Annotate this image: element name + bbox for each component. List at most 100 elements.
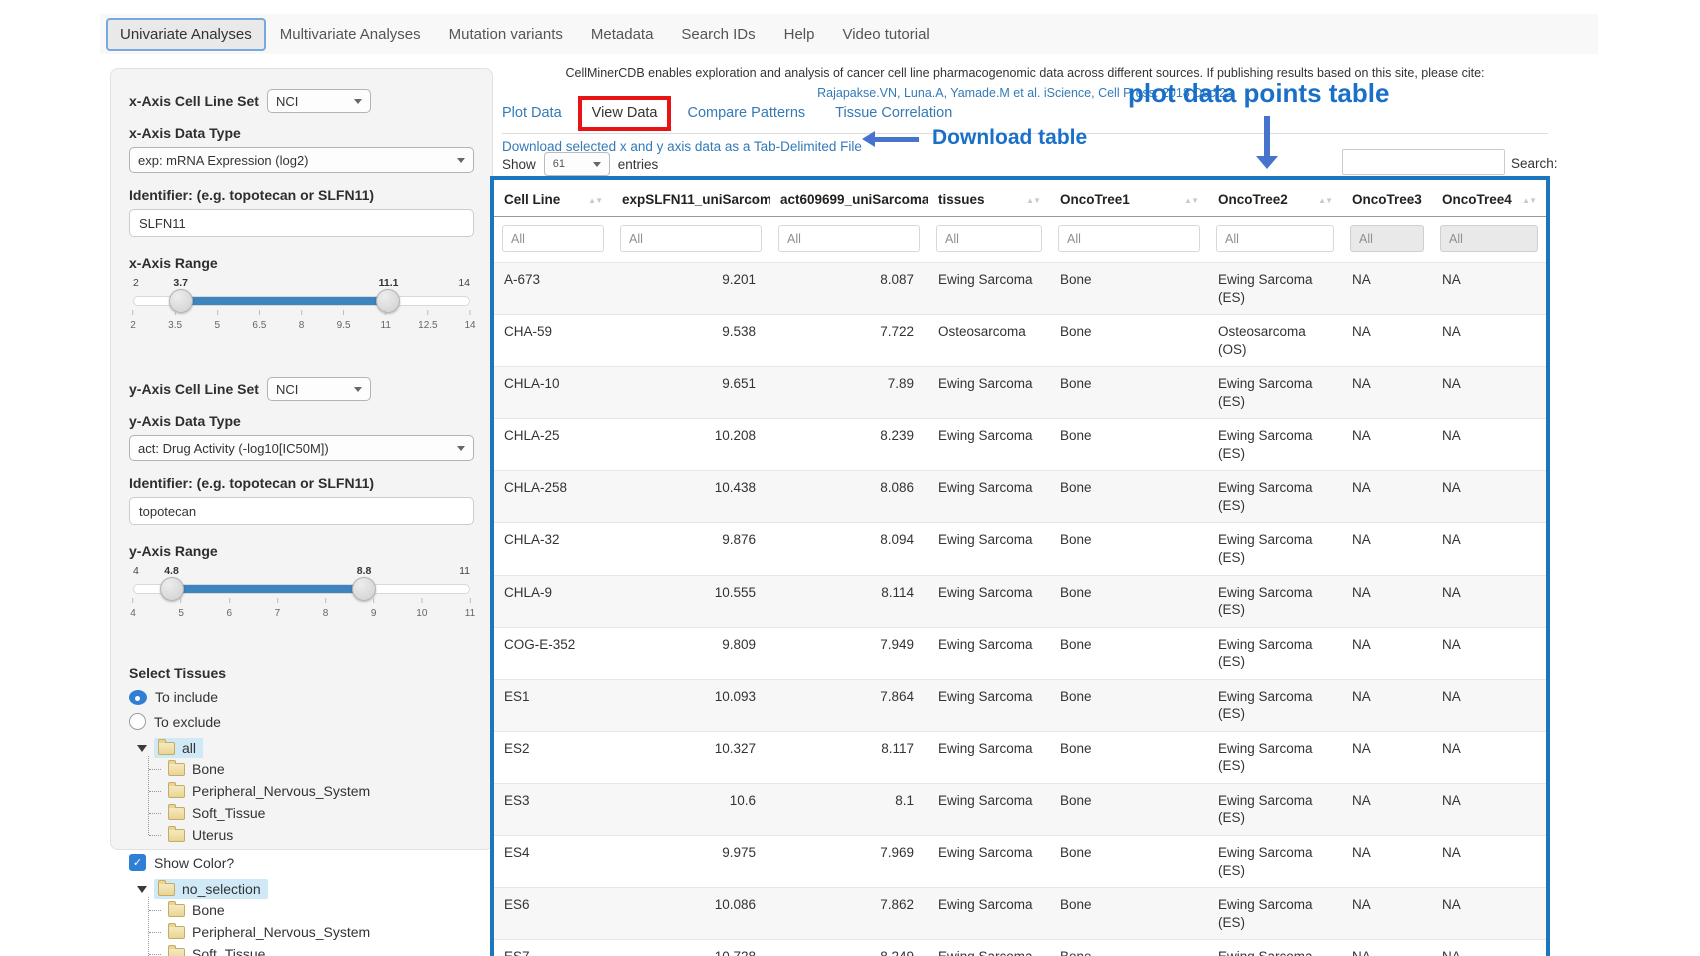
column-header-oncotree1[interactable]: ▲▼OncoTree1 <box>1050 180 1208 217</box>
citation-link[interactable]: Rajapakse.VN, Luna.A, Yamade.M et al. iS… <box>500 86 1550 100</box>
radio-to-include[interactable]: To include <box>129 689 474 705</box>
table-cell: NA <box>1342 419 1432 471</box>
table-cell: Ewing Sarcoma (ES) <box>1208 836 1342 888</box>
tree-item-bone[interactable]: Bone <box>163 899 474 921</box>
tree-root-label: no_selection <box>182 881 261 897</box>
search-input[interactable] <box>1342 149 1505 175</box>
folder-icon <box>168 926 185 939</box>
sort-icon[interactable]: ▲▼ <box>1026 196 1040 205</box>
table-row[interactable]: ES610.0867.862Ewing SarcomaBoneEwing Sar… <box>494 888 1546 940</box>
radio-to-exclude[interactable]: To exclude <box>129 713 474 730</box>
tree-item-peripheral-nervous-system[interactable]: Peripheral_Nervous_System <box>163 921 474 943</box>
filter-input-tissues[interactable] <box>936 225 1042 252</box>
x-axis-cell-line-set-select[interactable]: NCI <box>267 89 371 113</box>
x-axis-data-type-select[interactable]: exp: mRNA Expression (log2) <box>129 147 474 173</box>
nav-tab-metadata[interactable]: Metadata <box>577 18 668 51</box>
sort-icon[interactable]: ▲▼ <box>1184 196 1198 205</box>
table-row[interactable]: CHLA-329.8768.094Ewing SarcomaBoneEwing … <box>494 523 1546 575</box>
table-cell: A-673 <box>494 263 612 315</box>
column-header-oncotree3[interactable]: ▲▼OncoTree3 <box>1342 180 1432 217</box>
y-axis-cell-line-set-select[interactable]: NCI <box>267 377 371 401</box>
filter-input-oncotree3[interactable] <box>1350 225 1424 252</box>
table-cell: 8.094 <box>770 523 928 575</box>
table-cell: NA <box>1342 783 1432 835</box>
table-row[interactable]: ES710.7288.249Ewing SarcomaBoneEwing Sar… <box>494 940 1546 956</box>
filter-input-act609699-unisarcoma[interactable] <box>778 225 920 252</box>
tree-node-no-selection[interactable]: no_selection <box>135 879 474 899</box>
tab-view-data[interactable]: View Data <box>592 105 658 121</box>
table-row[interactable]: CHLA-25810.4388.086Ewing SarcomaBoneEwin… <box>494 471 1546 523</box>
nav-tab-univariate-analyses[interactable]: Univariate Analyses <box>106 18 266 51</box>
table-row[interactable]: ES49.9757.969Ewing SarcomaBoneEwing Sarc… <box>494 836 1546 888</box>
folder-icon <box>168 829 185 842</box>
table-cell: Bone <box>1050 523 1208 575</box>
nav-tab-search-ids[interactable]: Search IDs <box>667 18 769 51</box>
table-row[interactable]: CHLA-109.6517.89Ewing SarcomaBoneEwing S… <box>494 367 1546 419</box>
table-cell: NA <box>1432 888 1546 940</box>
slider-track[interactable] <box>133 584 470 594</box>
table-cell: NA <box>1432 523 1546 575</box>
nav-tab-multivariate-analyses[interactable]: Multivariate Analyses <box>266 18 435 51</box>
slider-track[interactable] <box>133 296 470 306</box>
sort-icon[interactable]: ▲▼ <box>588 196 602 205</box>
nav-tab-help[interactable]: Help <box>770 18 829 51</box>
y-axis-data-type-label: y-Axis Data Type <box>129 413 474 429</box>
table-row[interactable]: ES210.3278.117Ewing SarcomaBoneEwing Sar… <box>494 731 1546 783</box>
y-axis-identifier-input[interactable] <box>129 497 474 525</box>
filter-input-oncotree4[interactable] <box>1440 225 1538 252</box>
column-header-oncotree4[interactable]: ▲▼OncoTree4 <box>1432 180 1546 217</box>
table-cell: Bone <box>1050 783 1208 835</box>
table-row[interactable]: ES110.0937.864Ewing SarcomaBoneEwing Sar… <box>494 679 1546 731</box>
table-row[interactable]: CHLA-910.5558.114Ewing SarcomaBoneEwing … <box>494 575 1546 627</box>
tree-expand-icon[interactable] <box>137 745 147 752</box>
show-color-checkbox[interactable]: ✓ Show Color? <box>129 854 474 871</box>
column-header-oncotree2[interactable]: ▲▼OncoTree2 <box>1208 180 1342 217</box>
tab-compare-patterns[interactable]: Compare Patterns <box>687 105 805 121</box>
nav-tab-video-tutorial[interactable]: Video tutorial <box>828 18 943 51</box>
slider-high-value: 8.8 <box>357 565 372 577</box>
sort-icon[interactable]: ▲▼ <box>1318 196 1332 205</box>
folder-icon <box>158 742 175 755</box>
table-row[interactable]: CHLA-2510.2088.239Ewing SarcomaBoneEwing… <box>494 419 1546 471</box>
top-navigation: Univariate AnalysesMultivariate Analyses… <box>100 14 1598 54</box>
filter-input-cell-line[interactable] <box>502 225 604 252</box>
tree-item-soft-tissue[interactable]: Soft_Tissue <box>163 943 474 956</box>
filter-input-oncotree2[interactable] <box>1216 225 1334 252</box>
tree-item-bone[interactable]: Bone <box>163 758 474 780</box>
table-cell: 9.201 <box>612 263 770 315</box>
table-cell: Bone <box>1050 263 1208 315</box>
table-cell: 10.086 <box>612 888 770 940</box>
table-cell: Bone <box>1050 679 1208 731</box>
entries-count-select[interactable]: 61 <box>544 152 610 176</box>
tree-item-uterus[interactable]: Uterus <box>163 824 474 846</box>
tree-item-peripheral-nervous-system[interactable]: Peripheral_Nervous_System <box>163 780 474 802</box>
chevron-down-icon <box>457 158 465 163</box>
table-cell: 7.89 <box>770 367 928 419</box>
radio-icon <box>129 713 146 730</box>
tab-plot-data[interactable]: Plot Data <box>502 105 562 121</box>
table-row[interactable]: A-6739.2018.087Ewing SarcomaBoneEwing Sa… <box>494 263 1546 315</box>
tree-expand-icon[interactable] <box>137 886 147 893</box>
table-cell: Bone <box>1050 367 1208 419</box>
column-header-cell-line[interactable]: ▲▼Cell Line <box>494 180 612 217</box>
sort-icon[interactable]: ▲▼ <box>1522 196 1536 205</box>
table-row[interactable]: ES310.68.1Ewing SarcomaBoneEwing Sarcoma… <box>494 783 1546 835</box>
tab-tissue-correlation[interactable]: Tissue Correlation <box>835 105 952 121</box>
nav-tab-mutation-variants[interactable]: Mutation variants <box>435 18 577 51</box>
x-axis-identifier-input[interactable] <box>129 209 474 237</box>
table-cell: NA <box>1432 627 1546 679</box>
y-axis-data-type-select[interactable]: act: Drug Activity (-log10[IC50M]) <box>129 435 474 461</box>
table-cell: 8.087 <box>770 263 928 315</box>
column-header-act609699-unisarcoma[interactable]: ▲▼act609699_uniSarcoma <box>770 180 928 217</box>
table-row[interactable]: CHA-599.5387.722OsteosarcomaBoneOsteosar… <box>494 315 1546 367</box>
tree-node-all[interactable]: all <box>135 738 474 758</box>
table-cell: 8.114 <box>770 575 928 627</box>
table-cell: NA <box>1342 679 1432 731</box>
filter-input-oncotree1[interactable] <box>1058 225 1200 252</box>
table-row[interactable]: COG-E-3529.8097.949Ewing SarcomaBoneEwin… <box>494 627 1546 679</box>
table-cell: ES7 <box>494 940 612 956</box>
column-header-expslfn11-unisarcoma[interactable]: ▲▼expSLFN11_uniSarcoma <box>612 180 770 217</box>
filter-input-expslfn11-unisarcoma[interactable] <box>620 225 762 252</box>
column-header-tissues[interactable]: ▲▼tissues <box>928 180 1050 217</box>
tree-item-soft-tissue[interactable]: Soft_Tissue <box>163 802 474 824</box>
